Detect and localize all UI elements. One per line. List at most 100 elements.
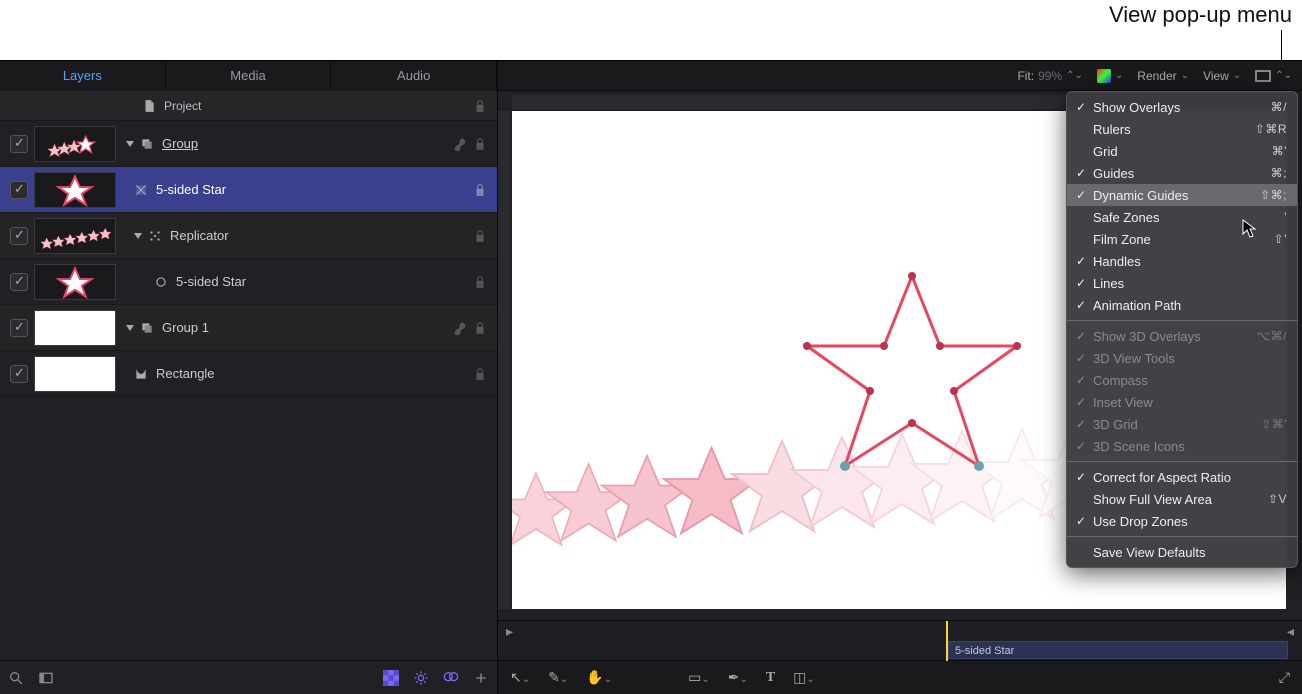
lock-icon[interactable] [473,321,487,335]
render-menu[interactable]: Render ⌄ [1137,69,1189,83]
view-menu-button[interactable]: View ⌄ [1203,69,1241,83]
layer-row-rectangle[interactable]: Rectangle [0,351,497,397]
lock-icon[interactable] [473,229,487,243]
menu-item-aspect[interactable]: ✓Correct for Aspect Ratio [1067,466,1297,488]
menu-item-label: Show 3D Overlays [1089,329,1256,344]
check-icon: ✓ [1073,329,1089,343]
callout-line [1281,30,1282,60]
app-window: Layers Media Audio Project [0,60,1302,694]
shape-icon [134,183,148,197]
view-label: View [1203,69,1229,83]
menu-item-rulers[interactable]: Rulers⇧⌘R [1067,118,1297,140]
layout-popup[interactable]: ⌃⌄ [1255,70,1292,82]
zoom-percent: 99% [1038,69,1062,83]
project-row[interactable]: Project [0,91,497,121]
disclosure-icon[interactable] [126,325,134,331]
lock-icon[interactable] [473,275,487,289]
menu-item-lines[interactable]: ✓Lines [1067,272,1297,294]
visibility-checkbox[interactable] [10,319,28,337]
menu-item-grid[interactable]: Grid⌘' [1067,140,1297,162]
visibility-checkbox[interactable] [10,227,28,245]
color-swatch-icon [1097,69,1111,83]
layer-row-star-selected[interactable]: 5-sided Star [0,167,497,213]
check-icon: ✓ [1073,188,1089,202]
tab-media[interactable]: Media [166,61,332,91]
menu-item-show_3d: ✓Show 3D Overlays⌥⌘/ [1067,325,1297,347]
visibility-checkbox[interactable] [10,273,28,291]
menu-item-label: Lines [1089,276,1287,291]
menu-item-3d_tools: ✓3D View Tools [1067,347,1297,369]
menu-item-label: Save View Defaults [1089,545,1287,560]
menu-item-full_view[interactable]: Show Full View Area⇧V [1067,488,1297,510]
checker-icon[interactable] [383,670,399,686]
layer-row-star-nested[interactable]: 5-sided Star [0,259,497,305]
layer-row-group[interactable]: Group [0,121,497,167]
menu-item-save_defaults[interactable]: Save View Defaults [1067,541,1297,563]
menu-item-drop_zones[interactable]: ✓Use Drop Zones [1067,510,1297,532]
check-icon: ✓ [1073,276,1089,290]
menu-separator [1067,320,1297,321]
lock-icon[interactable] [473,183,487,197]
tab-layers[interactable]: Layers [0,61,166,91]
menu-item-label: Inset View [1089,395,1287,410]
select-tool-icon[interactable]: ↖⌄ [510,669,530,686]
rectangle-tool-icon[interactable]: ▭⌄ [688,669,710,686]
pen-tool-icon[interactable]: ✎⌄ [548,669,568,686]
check-icon: ✓ [1073,470,1089,484]
chevron-down-icon: ⌄ [1181,70,1189,81]
tab-audio[interactable]: Audio [331,61,497,91]
menu-item-label: Compass [1089,373,1287,388]
menu-item-anim_path[interactable]: ✓Animation Path [1067,294,1297,316]
layer-row-group1[interactable]: Group 1 [0,305,497,351]
link-icon[interactable] [453,137,467,151]
layer-thumbnail [34,218,116,254]
fit-control[interactable]: Fit: 99% ⌃⌄ [1017,69,1082,83]
layer-label: Rectangle [156,366,473,381]
rectangle-icon [1255,70,1271,82]
in-marker-icon[interactable]: ▸ [506,623,513,640]
lock-icon[interactable] [473,99,487,113]
menu-item-label: Animation Path [1089,298,1287,313]
layer-row-replicator[interactable]: Replicator [0,213,497,259]
menu-item-film_zone[interactable]: Film Zone⇧' [1067,228,1297,250]
visibility-checkbox[interactable] [10,365,28,383]
panel-icon[interactable] [38,670,54,686]
menu-separator [1067,461,1297,462]
layer-thumbnail [34,126,116,162]
menu-item-guides[interactable]: ✓Guides⌘; [1067,162,1297,184]
out-marker-icon[interactable]: ◂ [1287,623,1294,640]
menu-item-handles[interactable]: ✓Handles [1067,250,1297,272]
menu-item-shortcut: ⇧V [1268,492,1287,506]
text-tool-icon[interactable]: T [766,670,775,686]
filter-icon[interactable] [443,670,459,686]
link-icon[interactable] [453,321,467,335]
search-icon[interactable] [8,670,24,686]
plus-icon[interactable] [473,670,489,686]
lock-icon[interactable] [473,367,487,381]
check-icon: ✓ [1073,417,1089,431]
expand-icon[interactable]: ⤢ [1279,669,1290,686]
lock-icon[interactable] [473,137,487,151]
visibility-checkbox[interactable] [10,181,28,199]
disclosure-icon[interactable] [126,141,134,147]
check-icon: ✓ [1073,298,1089,312]
paint-tool-icon[interactable]: ✒⌄ [728,669,748,686]
menu-item-shortcut: ' [1284,210,1287,224]
menu-item-dynamic_guides[interactable]: ✓Dynamic Guides⇧⌘; [1067,184,1297,206]
color-channel-menu[interactable]: ⌄ [1097,69,1123,83]
stepper-icon: ⌃⌄ [1066,70,1083,81]
hand-tool-icon[interactable]: ✋⌄ [586,669,612,686]
visibility-checkbox[interactable] [10,135,28,153]
disclosure-icon[interactable] [134,233,142,239]
check-icon: ✓ [1073,100,1089,114]
ruler-vertical[interactable] [498,111,510,609]
menu-separator [1067,536,1297,537]
mask-tool-icon[interactable]: ◫⌄ [793,669,815,686]
menu-item-show_overlays[interactable]: ✓Show Overlays⌘/ [1067,96,1297,118]
gear-icon[interactable] [413,670,429,686]
timeline-clip[interactable]: 5-sided Star [948,641,1288,659]
project-label: Project [164,99,473,113]
mini-timeline[interactable]: ▸ 5-sided Star ◂ [498,620,1302,660]
menu-item-safe_zones[interactable]: Safe Zones' [1067,206,1297,228]
menu-item-shortcut: ⇧⌘; [1260,188,1287,202]
